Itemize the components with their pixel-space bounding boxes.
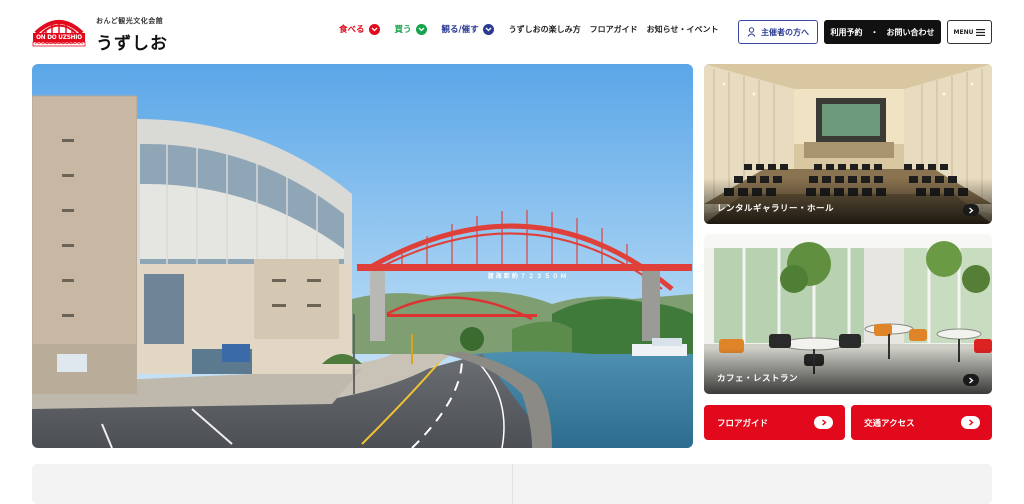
- nav-news-events[interactable]: お知らせ・イベント: [647, 24, 719, 35]
- reserve-contact-button[interactable]: 利用予約 ・ お問い合わせ: [824, 20, 941, 44]
- nav-buy-label: 買う: [394, 25, 412, 35]
- logo-title: うずしお: [96, 34, 168, 54]
- arrow-right-icon: [963, 204, 979, 216]
- bridge-sign: 渡 海 距 約 ７ ２ ３ ５ ０ Ｍ: [488, 272, 567, 280]
- info-panel: [32, 464, 992, 504]
- nav-floor-guide[interactable]: フロアガイド: [590, 24, 638, 35]
- card-cafe-label: カフェ・レストラン: [717, 374, 799, 384]
- logo-subtitle: おんど観光文化会館: [96, 17, 164, 25]
- card-hall-label: レンタルギャラリー・ホール: [717, 204, 835, 214]
- access-label: 交通アクセス: [864, 418, 915, 429]
- card-cafe-restaurant[interactable]: カフェ・レストラン: [704, 234, 992, 394]
- person-icon: [747, 27, 756, 37]
- floor-guide-button[interactable]: フロアガイド: [704, 405, 845, 440]
- logo[interactable]: ON DO UZSHIO ONDO KANKO BUNKA KAIKAN: [32, 13, 86, 49]
- organizer-button-label: 主催者の方へ: [761, 27, 809, 37]
- hamburger-icon: [976, 28, 986, 36]
- nav-buy[interactable]: 買う: [395, 23, 427, 35]
- hero-image: 渡 海 距 約 ７ ２ ３ ５ ０ Ｍ: [32, 64, 693, 448]
- logo-badge-subtext: ONDO KANKO BUNKA KAIKAN: [44, 41, 74, 45]
- nav-see[interactable]: 観る/催す: [442, 23, 494, 35]
- arrow-right-icon: [961, 416, 980, 429]
- floor-guide-label: フロアガイド: [717, 418, 769, 429]
- nav-eat[interactable]: 食べる: [339, 23, 380, 35]
- card-rental-gallery-hall[interactable]: レンタルギャラリー・ホール: [704, 64, 992, 224]
- arrow-right-icon: [963, 374, 979, 386]
- panel-divider: [512, 464, 513, 504]
- reserve-contact-label: 利用予約 ・ お問い合わせ: [830, 27, 935, 37]
- chevron-down-icon: [368, 23, 380, 35]
- menu-label: MENU: [953, 28, 974, 36]
- organizer-button[interactable]: 主催者の方へ: [738, 20, 818, 44]
- nav-see-label: 観る/催す: [441, 25, 479, 35]
- logo-wordmark[interactable]: おんど観光文化会館 うずしお: [96, 16, 168, 54]
- access-button[interactable]: 交通アクセス: [851, 405, 992, 440]
- nav-how-to-enjoy[interactable]: うずしおの楽しみ方: [509, 24, 581, 35]
- chevron-down-icon: [482, 23, 494, 35]
- menu-button[interactable]: MENU: [947, 20, 992, 44]
- site-header: ON DO UZSHIO ONDO KANKO BUNKA KAIKAN おんど…: [0, 0, 1024, 64]
- nav-eat-label: 食べる: [339, 25, 365, 35]
- card-shade: [704, 348, 992, 394]
- main-nav: 食べる 買う 観る/催す うずしおの楽しみ方 フロアガイド お知らせ・イベント: [339, 23, 727, 35]
- card-shade: [704, 178, 992, 224]
- arrow-right-icon: [814, 416, 833, 429]
- chevron-down-icon: [415, 23, 427, 35]
